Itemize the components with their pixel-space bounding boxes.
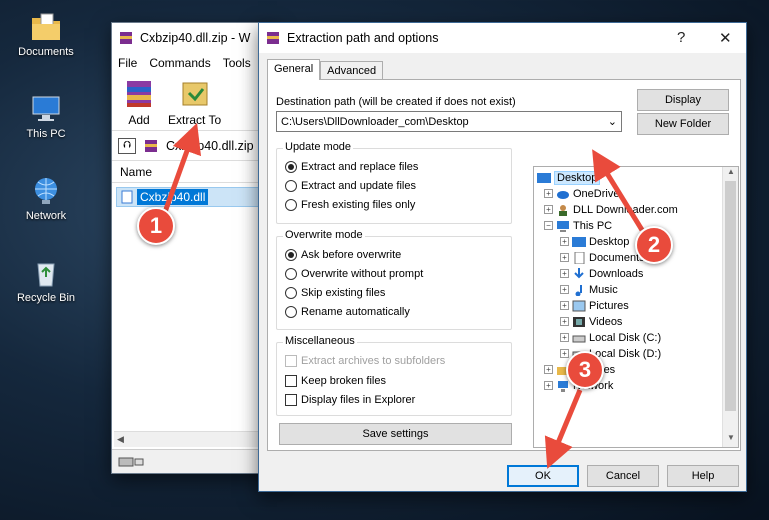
tree-item-this-pc[interactable]: − This PC — [544, 218, 612, 233]
radio-ask-before[interactable]: Ask before overwrite — [285, 249, 401, 261]
tree-item-pc-desktop[interactable]: + Desktop — [560, 234, 629, 249]
radio-rename-automatically[interactable]: Rename automatically — [285, 306, 410, 318]
archive-icon — [145, 139, 157, 152]
computer-icon — [557, 220, 569, 232]
menu-commands[interactable]: Commands — [149, 56, 210, 70]
tree-item-desktop-root[interactable]: Desktop — [537, 170, 601, 185]
callout-1: 1 — [137, 207, 175, 245]
add-button[interactable]: Add — [120, 77, 158, 127]
update-mode-group: Update mode Extract and replace files Ex… — [276, 141, 512, 224]
update-mode-title: Update mode — [283, 141, 354, 153]
ok-button[interactable]: OK — [507, 465, 579, 487]
winrar-address-bar: ⮉ Cxbzip40.dll.zip — [112, 131, 276, 161]
winrar-app-icon — [120, 32, 132, 44]
cancel-button[interactable]: Cancel — [587, 465, 659, 487]
tab-advanced[interactable]: Advanced — [320, 61, 384, 80]
save-settings-button[interactable]: Save settings — [279, 423, 512, 445]
radio-extract-update[interactable]: Extract and update files — [285, 180, 416, 192]
winrar-window: Cxbzip40.dll.zip - W File Commands Tools… — [111, 22, 277, 474]
checkbox-display-explorer[interactable]: Display files in Explorer — [285, 394, 415, 406]
videos-film-icon — [573, 316, 585, 327]
file-name: Cxbzip40.dll — [137, 189, 209, 205]
network-icon — [558, 380, 568, 392]
general-panel: Destination path (will be created if doe… — [267, 79, 741, 451]
horizontal-scrollbar[interactable]: ◀ — [114, 431, 274, 447]
help-question-button[interactable]: ? — [677, 29, 685, 46]
dialog-titlebar[interactable]: Extraction path and options — [259, 23, 746, 53]
tree-scrollbar[interactable]: ▲ ▼ — [722, 167, 738, 447]
radio-fresh-existing[interactable]: Fresh existing files only — [285, 199, 415, 211]
extraction-dialog: Extraction path and options ? ✕ General … — [258, 22, 747, 492]
computer-icon — [28, 92, 64, 126]
winrar-titlebar[interactable]: Cxbzip40.dll.zip - W — [112, 23, 276, 53]
scroll-up-arrow-icon[interactable]: ▲ — [723, 167, 738, 181]
winrar-toolbar: Add Extract To — [112, 73, 276, 131]
radio-overwrite-without-prompt[interactable]: Overwrite without prompt — [285, 268, 423, 280]
column-header-name[interactable]: Name — [112, 161, 276, 183]
desktop-icon-recycle-bin[interactable]: Recycle Bin — [6, 256, 86, 304]
drive-status-icon — [118, 457, 144, 466]
desktop-icon — [537, 172, 551, 183]
dialog-title: Extraction path and options — [287, 31, 439, 45]
dll-file-icon — [121, 190, 133, 204]
overwrite-mode-title: Overwrite mode — [283, 229, 365, 241]
tree-item-downloads[interactable]: + Downloads — [560, 266, 643, 281]
scroll-thumb[interactable] — [725, 181, 736, 411]
up-folder-button[interactable]: ⮉ — [118, 137, 136, 154]
new-folder-button[interactable]: New Folder — [637, 113, 729, 135]
downloads-arrow-icon — [574, 267, 584, 278]
tree-item-local-disk-c[interactable]: + Local Disk (C:) — [560, 330, 661, 345]
music-note-icon — [575, 284, 582, 296]
folder-documents-icon — [28, 10, 64, 44]
overwrite-mode-group: Overwrite mode Ask before overwrite Over… — [276, 229, 512, 330]
network-globe-icon — [28, 174, 64, 208]
file-row[interactable]: Cxbzip40.dll — [116, 187, 272, 207]
scroll-down-arrow-icon[interactable]: ▼ — [723, 433, 738, 447]
dialog-app-icon — [267, 32, 279, 44]
winrar-menubar: File Commands Tools — [112, 53, 276, 73]
destination-label: Destination path (will be created if doe… — [276, 96, 516, 108]
extract-to-button[interactable]: Extract To — [168, 77, 221, 127]
radio-skip-existing[interactable]: Skip existing files — [285, 287, 385, 299]
tree-item-videos[interactable]: + Videos — [560, 314, 622, 329]
winrar-title: Cxbzip40.dll.zip - W — [140, 31, 251, 45]
desktop-icon-this-pc[interactable]: This PC — [6, 92, 86, 140]
recycle-bin-icon — [28, 256, 64, 290]
miscellaneous-title: Miscellaneous — [283, 335, 357, 347]
menu-file[interactable]: File — [118, 56, 137, 70]
callout-2: 2 — [635, 226, 673, 264]
archive-path[interactable]: Cxbzip40.dll.zip — [166, 139, 254, 153]
desktop-icon — [572, 236, 586, 247]
close-button[interactable]: ✕ — [719, 29, 732, 47]
user-icon — [559, 204, 567, 216]
tree-item-music[interactable]: + Music — [560, 282, 618, 297]
tree-item-pictures[interactable]: + Pictures — [560, 298, 629, 313]
tree-item-user[interactable]: + DLL Downloader.com — [544, 202, 678, 217]
desktop-icon-network[interactable]: Network — [6, 174, 86, 222]
tab-general[interactable]: General — [267, 59, 321, 80]
pictures-icon — [572, 300, 586, 311]
display-button[interactable]: Display — [637, 89, 729, 111]
help-button[interactable]: Help — [667, 465, 739, 487]
dialog-tabs: General Advanced — [267, 59, 384, 80]
chevron-down-icon[interactable]: ⌄ — [608, 115, 617, 128]
checkbox-keep-broken[interactable]: Keep broken files — [285, 375, 386, 387]
radio-extract-replace[interactable]: Extract and replace files — [285, 161, 418, 173]
desktop-icon-documents[interactable]: Documents — [6, 10, 86, 58]
drive-icon — [572, 335, 586, 342]
extract-to-icon — [176, 77, 214, 111]
callout-3: 3 — [566, 351, 604, 389]
winrar-statusbar — [112, 449, 276, 473]
checkbox-extract-subfolders: Extract archives to subfolders — [285, 355, 445, 367]
add-archive-icon — [120, 77, 158, 111]
folder-tree[interactable]: Desktop + OneDrive + DLL Downloader.com … — [533, 166, 739, 448]
documents-icon — [574, 251, 585, 264]
miscellaneous-group: Miscellaneous Extract archives to subfol… — [276, 335, 512, 416]
menu-tools[interactable]: Tools — [223, 56, 251, 70]
tree-item-onedrive[interactable]: + OneDrive — [544, 186, 619, 201]
destination-path-input[interactable]: C:\Users\DllDownloader_com\Desktop ⌄ — [276, 111, 622, 132]
onedrive-cloud-icon — [557, 190, 569, 199]
tree-item-documents[interactable]: + Documents — [560, 250, 645, 265]
